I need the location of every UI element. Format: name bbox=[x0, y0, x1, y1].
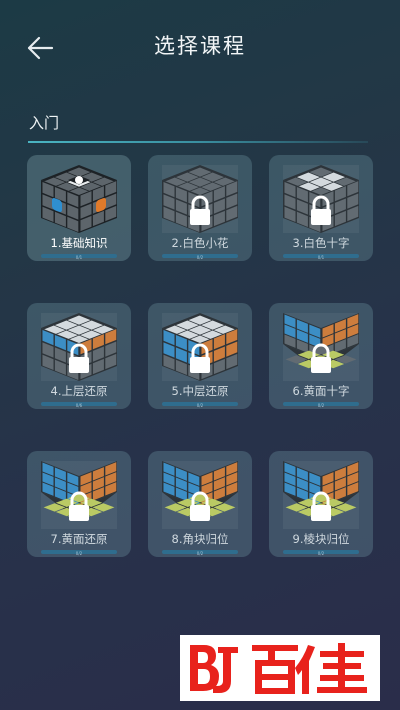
course-label: 5.中层还原 bbox=[171, 384, 229, 398]
cube-illustration bbox=[37, 457, 121, 531]
course-card[interactable]: 1.基础知识 0/1 bbox=[27, 155, 131, 261]
course-card[interactable]: 6.黄面十字 0/2 bbox=[269, 303, 373, 409]
course-card[interactable]: 5.中层还原 0/2 bbox=[148, 303, 252, 409]
course-card[interactable]: 9.棱块归位 0/2 bbox=[269, 451, 373, 557]
course-label: 7.黄面还原 bbox=[50, 532, 108, 546]
cube-illustration bbox=[158, 161, 242, 235]
course-card[interactable]: 2.白色小花 0/2 bbox=[148, 155, 252, 261]
brand-logo bbox=[180, 635, 380, 701]
course-label: 3.白色十字 bbox=[292, 236, 350, 250]
course-label: 8.角块归位 bbox=[171, 532, 229, 546]
course-label: 2.白色小花 bbox=[171, 236, 229, 250]
section-title: 入门 bbox=[29, 114, 60, 132]
progress-count: 0/2 bbox=[317, 403, 325, 408]
course-label: 1.基础知识 bbox=[50, 236, 108, 250]
course-card[interactable]: 8.角块归位 0/2 bbox=[148, 451, 252, 557]
cube-illustration bbox=[279, 457, 363, 531]
cube-illustration bbox=[158, 457, 242, 531]
cube-illustration bbox=[279, 309, 363, 383]
progress-count: 0/2 bbox=[196, 255, 204, 260]
cube-illustration bbox=[279, 161, 363, 235]
course-card[interactable]: 7.黄面还原 0/2 bbox=[27, 451, 131, 557]
progress-count: 0/2 bbox=[196, 551, 204, 556]
page-title: 选择课程 bbox=[154, 34, 246, 58]
course-label: 6.黄面十字 bbox=[292, 384, 350, 398]
course-card[interactable]: 3.白色十字 0/1 bbox=[269, 155, 373, 261]
cube-illustration bbox=[158, 309, 242, 383]
section-beginner: 入门 bbox=[28, 112, 368, 143]
cube-illustration bbox=[37, 161, 121, 235]
progress-count: 0/2 bbox=[196, 403, 204, 408]
progress-count: 0/2 bbox=[75, 551, 83, 556]
course-card[interactable]: 4.上层还原 0/6 bbox=[27, 303, 131, 409]
course-label: 9.棱块归位 bbox=[292, 532, 350, 546]
top-bar: 选择课程 bbox=[0, 0, 400, 92]
progress-count: 0/1 bbox=[75, 255, 83, 260]
course-label: 4.上层还原 bbox=[50, 384, 108, 398]
section-divider bbox=[28, 141, 368, 143]
progress-count: 0/2 bbox=[317, 551, 325, 556]
cube-illustration bbox=[37, 309, 121, 383]
progress-count: 0/1 bbox=[317, 255, 325, 260]
progress-count: 0/6 bbox=[75, 403, 83, 408]
